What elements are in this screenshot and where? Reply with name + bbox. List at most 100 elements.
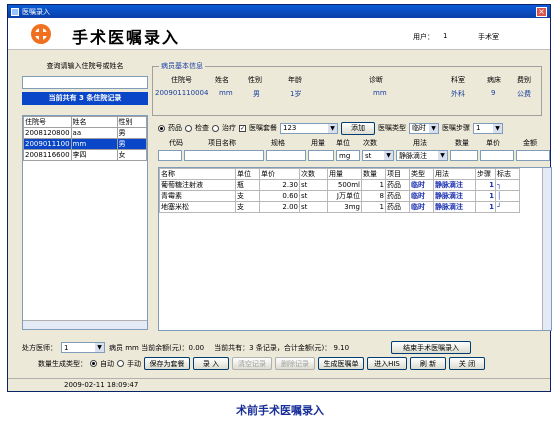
code-input[interactable] — [158, 150, 182, 161]
table-row[interactable]: 青霉素 支 0.60 st J万单位 8 药品 临时 静脉滴注 1 │ — [159, 190, 520, 202]
cell[interactable]: 支 — [235, 190, 260, 202]
close-button[interactable]: × — [536, 6, 547, 17]
cell[interactable]: 临时 — [409, 190, 434, 202]
col-header[interactable]: 姓名 — [70, 116, 118, 128]
patient-list-grid[interactable]: 住院号 姓名 性别 2008120800 aa 男 2009011100 mm … — [22, 115, 148, 330]
cell[interactable]: 支 — [235, 201, 260, 213]
cell[interactable]: 2.00 — [259, 201, 300, 213]
refresh-button[interactable]: 刷 新 — [410, 357, 446, 370]
enter-button[interactable]: 录 入 — [193, 357, 229, 370]
cell[interactable]: 1 — [361, 179, 386, 191]
radio-manual[interactable] — [117, 360, 124, 367]
col-header[interactable]: 性别 — [116, 116, 148, 128]
cell[interactable]: 临时 — [409, 201, 434, 213]
delete-record-button[interactable]: 删除记录 — [275, 357, 315, 370]
cell[interactable]: 葡萄糖注射液 — [159, 179, 236, 191]
amount-input[interactable] — [516, 150, 550, 161]
radio-exam[interactable] — [185, 124, 192, 132]
cell[interactable]: mm — [70, 138, 118, 150]
query-input[interactable] — [22, 76, 148, 89]
cell[interactable]: 2008120800 — [23, 127, 72, 139]
item-name-input[interactable] — [184, 150, 264, 161]
cell[interactable]: 男 — [116, 127, 148, 139]
cell[interactable]: 静脉滴注 — [433, 190, 476, 202]
cell[interactable]: 瓶 — [235, 179, 260, 191]
price-input[interactable] — [480, 150, 514, 161]
cell[interactable]: 1 — [475, 179, 496, 191]
chevron-down-icon[interactable]: ▼ — [328, 123, 337, 133]
cell[interactable]: 2008116600 — [23, 149, 72, 161]
col-header[interactable]: 用量 — [327, 168, 362, 180]
cell[interactable]: 女 — [116, 149, 148, 161]
col-header[interactable]: 用法 — [433, 168, 476, 180]
times-select[interactable]: st ▼ — [362, 150, 394, 161]
cell[interactable]: st — [299, 190, 328, 202]
end-entry-button[interactable]: 结束手术医嘱录入 — [391, 341, 472, 354]
clear-records-button[interactable]: 清空记录 — [232, 357, 272, 370]
horizontal-scrollbar[interactable] — [23, 320, 147, 329]
cell[interactable]: 1 — [475, 201, 496, 213]
cell[interactable]: 静脉滴注 — [433, 201, 476, 213]
table-row-selected[interactable]: 2009011100 mm 男 — [23, 138, 148, 150]
qty-input[interactable] — [450, 150, 478, 161]
order-type-select[interactable]: 临时 ▼ — [409, 122, 439, 134]
order-step-select[interactable]: 1 ▼ — [473, 122, 503, 134]
enter-his-button[interactable]: 进入HIS — [367, 357, 407, 370]
table-row[interactable]: 2008116600 李四 女 — [23, 149, 148, 161]
doctor-select[interactable]: 1 ▼ — [61, 342, 105, 353]
col-header[interactable]: 单位 — [235, 168, 260, 180]
cell[interactable]: st — [299, 201, 328, 213]
chevron-down-icon[interactable]: ▼ — [493, 123, 502, 133]
col-header[interactable]: 标志 — [495, 168, 520, 180]
unit-select[interactable]: mg — [336, 150, 360, 161]
cell[interactable]: 药品 — [385, 179, 410, 191]
cell[interactable]: 药品 — [385, 190, 410, 202]
col-header[interactable]: 次数 — [299, 168, 328, 180]
cell[interactable]: J万单位 — [327, 190, 362, 202]
cell[interactable]: 1 — [361, 201, 386, 213]
cell[interactable]: 3mg — [327, 201, 362, 213]
table-row[interactable]: 地塞米松 支 2.00 st 3mg 1 药品 临时 静脉滴注 1 ┘ — [159, 201, 520, 213]
chevron-down-icon[interactable]: ▼ — [438, 151, 447, 160]
cell[interactable]: 青霉素 — [159, 190, 236, 202]
radio-drug[interactable] — [158, 124, 165, 132]
cell[interactable]: 8 — [361, 190, 386, 202]
order-set-checkbox[interactable]: ✓ — [239, 124, 246, 132]
cell[interactable]: 地塞米松 — [159, 201, 236, 213]
cell[interactable]: 药品 — [385, 201, 410, 213]
order-set-select[interactable]: 123 ▼ — [280, 122, 338, 134]
chevron-down-icon[interactable]: ▼ — [384, 151, 393, 160]
spec-input[interactable] — [266, 150, 306, 161]
cell[interactable]: 静脉滴注 — [433, 179, 476, 191]
save-as-set-button[interactable]: 保存为套餐 — [144, 357, 190, 370]
col-header[interactable]: 名称 — [159, 168, 236, 180]
cell[interactable]: 2009011100 — [23, 138, 72, 150]
col-header[interactable]: 类型 — [409, 168, 434, 180]
cell[interactable]: aa — [70, 127, 118, 139]
cell[interactable]: 李四 — [70, 149, 118, 161]
cell[interactable]: st — [299, 179, 328, 191]
radio-treatment[interactable] — [212, 124, 219, 132]
cell[interactable]: 500ml — [327, 179, 362, 191]
cell[interactable]: 1 — [475, 190, 496, 202]
table-row[interactable]: 2008120800 aa 男 — [23, 127, 148, 139]
col-header[interactable]: 单价 — [259, 168, 300, 180]
col-header[interactable]: 步骤 — [475, 168, 496, 180]
col-header[interactable]: 数量 — [361, 168, 386, 180]
radio-auto[interactable] — [90, 360, 97, 367]
chevron-down-icon[interactable]: ▼ — [95, 343, 104, 352]
dosage-input[interactable] — [308, 150, 334, 161]
usage-select[interactable]: 静脉滴注 ▼ — [396, 150, 448, 161]
order-grid[interactable]: 名称 单位 单价 次数 用量 数量 项目 类型 用法 步骤 标志 葡萄糖注射液 … — [158, 167, 552, 331]
cell[interactable]: 2.30 — [259, 179, 300, 191]
col-header[interactable]: 项目 — [385, 168, 410, 180]
cell[interactable]: 男 — [116, 138, 148, 150]
add-button[interactable]: 添加 — [341, 121, 375, 135]
cell[interactable]: 0.60 — [259, 190, 300, 202]
cell[interactable]: ┘ — [495, 201, 520, 213]
cell[interactable]: ┐ — [495, 179, 520, 191]
col-header[interactable]: 住院号 — [23, 116, 72, 128]
table-row[interactable]: 葡萄糖注射液 瓶 2.30 st 500ml 1 药品 临时 静脉滴注 1 ┐ — [159, 179, 520, 191]
vertical-scrollbar[interactable] — [542, 168, 551, 330]
generate-order-button[interactable]: 生成医嘱单 — [318, 357, 364, 370]
